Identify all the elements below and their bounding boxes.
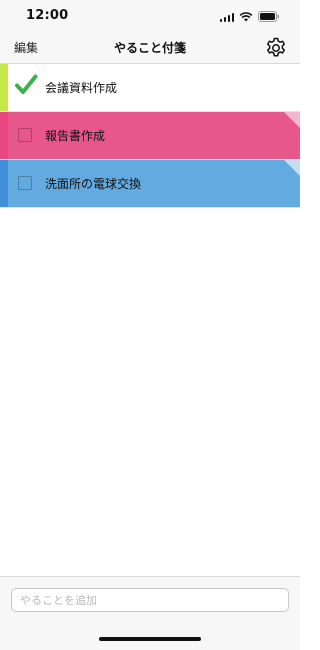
settings-button[interactable] — [264, 36, 288, 60]
page-fold-corner — [284, 112, 300, 128]
battery-icon — [258, 11, 280, 22]
status-icons — [219, 11, 281, 22]
task-row[interactable]: 洗面所の電球交換 — [0, 160, 300, 208]
task-row[interactable]: 会議資料作成 — [0, 64, 300, 112]
task-row[interactable]: 報告書作成 — [0, 112, 300, 160]
home-indicator — [99, 637, 201, 641]
bottom-bar — [0, 576, 300, 650]
task-checkbox[interactable] — [18, 176, 32, 190]
checkmark-icon[interactable] — [14, 73, 38, 97]
wifi-icon — [239, 11, 253, 22]
task-checkbox[interactable] — [18, 128, 32, 142]
page-fold-corner — [284, 160, 300, 176]
status-bar: 12:00 — [0, 0, 300, 34]
add-task-input[interactable] — [11, 588, 289, 612]
signal-icon — [219, 12, 234, 22]
task-label: 会議資料作成 — [45, 81, 118, 95]
task-label: 報告書作成 — [45, 129, 106, 143]
status-time: 12:00 — [26, 8, 69, 23]
color-stripe — [0, 160, 8, 207]
color-stripe — [0, 112, 8, 159]
task-label: 洗面所の電球交換 — [45, 177, 142, 191]
navigation-bar: 編集 やること付箋 — [0, 34, 300, 64]
page-title: やること付箋 — [113, 41, 186, 55]
gear-icon — [266, 37, 286, 57]
task-list: 会議資料作成 報告書作成 洗面所の電球交換 — [0, 64, 300, 208]
color-stripe — [0, 64, 8, 111]
